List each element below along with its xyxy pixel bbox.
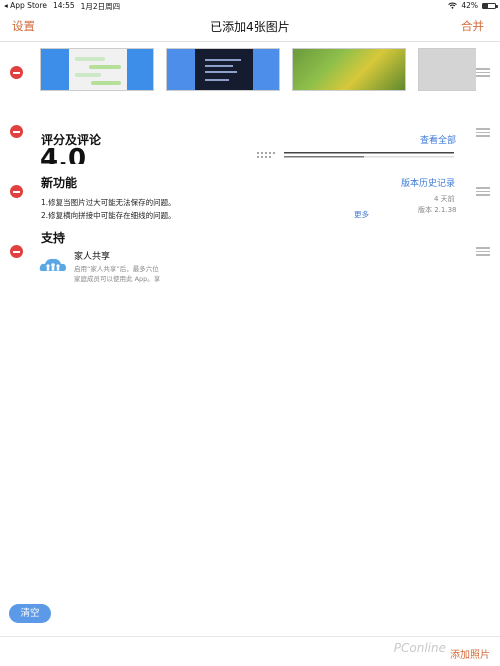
- family-sharing-title: 家人共享: [74, 252, 111, 262]
- image-row-4: 支持 家人共享 启用“家人共享”后，最多六位 家庭成员可以使用此 App。享: [0, 226, 500, 283]
- reorder-handle-1[interactable]: [476, 68, 490, 77]
- back-to-app-store[interactable]: ◂ App Store: [4, 1, 47, 12]
- more-link[interactable]: 更多: [354, 209, 369, 220]
- support-title: 支持: [41, 231, 66, 245]
- ratings-card: 评分及评论 查看全部 4.0: [36, 122, 464, 164]
- battery-icon: [482, 2, 498, 9]
- thumbnail-2[interactable]: [166, 48, 280, 91]
- thumbnail-3[interactable]: [292, 48, 406, 91]
- family-sharing-desc-2: 家庭成员可以使用此 App。享: [74, 275, 161, 283]
- version-history-link[interactable]: 版本历史记录: [401, 176, 455, 189]
- delete-image-3-button[interactable]: [10, 185, 23, 198]
- bottom-toolbar: PConline 添加照片: [0, 636, 500, 666]
- delete-image-4-button[interactable]: [10, 245, 23, 258]
- merge-button[interactable]: 合并: [461, 18, 484, 34]
- support-card: 支持 家人共享 启用“家人共享”后，最多六位 家庭成员可以使用此 App。享: [36, 226, 464, 283]
- thumbnail-1[interactable]: [40, 48, 154, 91]
- whats-new-title: 新功能: [41, 176, 78, 190]
- family-sharing-icon: [39, 258, 66, 271]
- delete-image-1-button[interactable]: [10, 66, 23, 79]
- navigation-bar: 设置 已添加4张图片 合并: [0, 12, 500, 42]
- thumbnail-4[interactable]: [418, 48, 476, 91]
- release-note-1: 1.修复当图片过大可能无法保存的问题。: [41, 198, 176, 207]
- image-row-1: [0, 48, 500, 96]
- clear-button[interactable]: 清空: [9, 604, 51, 623]
- delete-image-2-button[interactable]: [10, 125, 23, 138]
- watermark: PConline: [393, 641, 446, 655]
- family-sharing-desc-1: 启用“家人共享”后，最多六位: [74, 265, 159, 273]
- wifi-icon: [448, 2, 458, 9]
- reorder-handle-4[interactable]: [476, 247, 490, 256]
- image-row-3: 新功能 版本历史记录 1.修复当图片过大可能无法保存的问题。 2.修复横向拼接中…: [0, 170, 500, 222]
- rating-distribution: [257, 152, 454, 158]
- release-version: 版本 2.1.38: [418, 206, 457, 214]
- whats-new-card: 新功能 版本历史记录 1.修复当图片过大可能无法保存的问题。 2.修复横向拼接中…: [36, 170, 464, 222]
- status-time: 14:55: [53, 1, 75, 10]
- image-row-2: 评分及评论 查看全部 4.0: [0, 122, 500, 164]
- status-date: 1月2日周四: [80, 2, 121, 11]
- release-age: 4 天前: [434, 195, 455, 203]
- reorder-handle-2[interactable]: [476, 128, 490, 137]
- reorder-handle-3[interactable]: [476, 187, 490, 196]
- page-title: 已添加4张图片: [210, 20, 290, 34]
- rating-score: 4.0: [40, 144, 87, 164]
- add-photos-button[interactable]: 添加照片: [450, 646, 490, 661]
- battery-percent: 42%: [461, 1, 478, 10]
- release-note-2: 2.修复横向拼接中可能存在细线的问题。: [41, 211, 176, 220]
- status-bar: ◂ App Store 14:55 1月2日周四 42%: [0, 0, 500, 12]
- see-all-link[interactable]: 查看全部: [420, 133, 456, 146]
